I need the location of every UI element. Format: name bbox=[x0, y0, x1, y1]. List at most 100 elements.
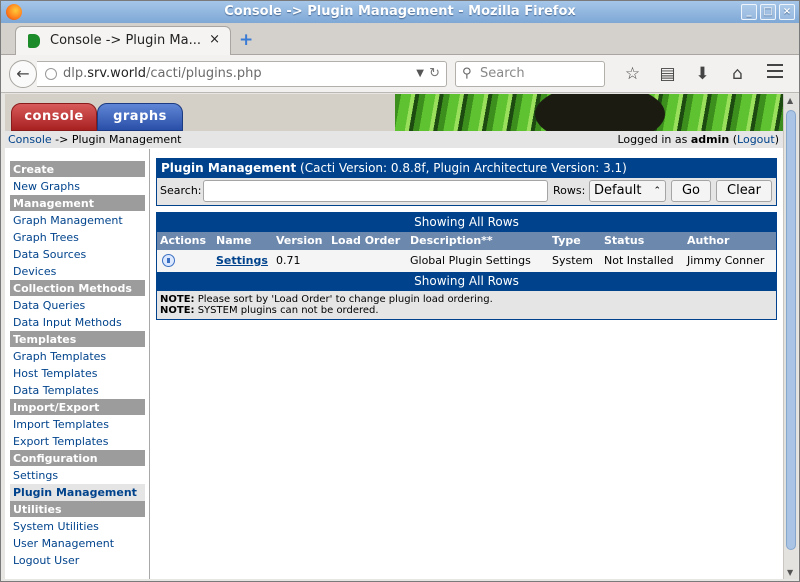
plugin-type: System bbox=[552, 254, 594, 267]
sidebar-item-plugin-management[interactable]: Plugin Management bbox=[10, 484, 145, 501]
console-tab[interactable]: console bbox=[11, 103, 97, 131]
table-header-row: Actions Name Version Load Order Descript… bbox=[157, 232, 776, 250]
sidebar-item-data-queries[interactable]: Data Queries bbox=[10, 297, 145, 314]
scrollbar-thumb[interactable] bbox=[786, 110, 796, 550]
globe-icon bbox=[45, 68, 57, 80]
plugin-search-input[interactable] bbox=[203, 180, 548, 202]
vertical-scrollbar[interactable]: ▲ ▼ bbox=[783, 94, 798, 579]
new-tab-icon[interactable]: + bbox=[239, 30, 253, 50]
sidebar-item-graph-trees[interactable]: Graph Trees bbox=[10, 229, 145, 246]
column-header[interactable]: Author bbox=[687, 232, 729, 250]
column-header[interactable]: Status bbox=[604, 232, 644, 250]
column-header[interactable]: Load Order bbox=[331, 232, 400, 250]
sidebar-section-header: Management bbox=[10, 195, 145, 212]
sidebar-item-data-templates[interactable]: Data Templates bbox=[10, 382, 145, 399]
plugin-status: Not Installed bbox=[604, 254, 674, 267]
maximize-icon[interactable]: □ bbox=[760, 4, 776, 20]
filter-row: Search: Rows: Default ⌃ Go Clear bbox=[157, 178, 776, 205]
reading-list-icon[interactable]: ▤ bbox=[650, 61, 685, 87]
sidebar-item-devices[interactable]: Devices bbox=[10, 263, 145, 280]
back-button[interactable]: ← bbox=[9, 60, 37, 88]
clear-button[interactable]: Clear bbox=[716, 180, 772, 202]
search-label: Search: bbox=[160, 184, 202, 197]
window-title: Console -> Plugin Management - Mozilla F… bbox=[224, 4, 576, 19]
reload-icon[interactable]: ↻ bbox=[429, 62, 440, 86]
url-bar[interactable]: dlp.srv.world/cacti/plugins.php ▼ ↻ bbox=[37, 61, 447, 87]
url-dropdown-icon[interactable]: ▼ bbox=[416, 62, 424, 86]
sidebar-item-system-utilities[interactable]: System Utilities bbox=[10, 518, 145, 535]
page-title: Plugin Management bbox=[161, 161, 297, 175]
minimize-icon[interactable]: _ bbox=[741, 4, 757, 20]
login-user: admin bbox=[690, 133, 730, 146]
url-domain: srv.world bbox=[87, 66, 146, 81]
download-icon[interactable]: ⬇ bbox=[685, 61, 720, 87]
sidebar-item-export-templates[interactable]: Export Templates bbox=[10, 433, 145, 450]
sidebar-section-header: Templates bbox=[10, 331, 145, 348]
hamburger-menu-icon[interactable] bbox=[767, 64, 783, 82]
bookmark-star-icon[interactable]: ☆ bbox=[615, 61, 650, 87]
search-input[interactable]: ⚲ Search bbox=[455, 61, 605, 87]
window-titlebar: Console -> Plugin Management - Mozilla F… bbox=[1, 1, 799, 23]
sidebar-section-header: Utilities bbox=[10, 501, 145, 518]
rows-selected-value: Default bbox=[594, 183, 642, 198]
column-header[interactable]: Type bbox=[552, 232, 581, 250]
column-header[interactable]: Actions bbox=[160, 232, 206, 250]
breadcrumb-current: -> Plugin Management bbox=[51, 133, 182, 146]
rows-banner-top: Showing All Rows bbox=[157, 213, 776, 232]
sidebar-item-import-templates[interactable]: Import Templates bbox=[10, 416, 145, 433]
sidebar-section-header: Create bbox=[10, 161, 145, 178]
plugin-version: 0.71 bbox=[276, 254, 301, 267]
sidebar-item-host-templates[interactable]: Host Templates bbox=[10, 365, 145, 382]
note-label: NOTE: bbox=[160, 305, 195, 316]
go-button[interactable]: Go bbox=[671, 180, 711, 202]
sidebar-item-graph-templates[interactable]: Graph Templates bbox=[10, 348, 145, 365]
scroll-down-icon[interactable]: ▼ bbox=[787, 568, 793, 577]
home-icon[interactable]: ⌂ bbox=[720, 61, 755, 87]
select-updown-icon: ⌃ bbox=[653, 186, 661, 196]
sidebar-item-data-input-methods[interactable]: Data Input Methods bbox=[10, 314, 145, 331]
note-line: NOTE: Please sort by 'Load Order' to cha… bbox=[160, 294, 773, 305]
navigation-toolbar: dlp.srv.world/cacti/plugins.php ▼ ↻ ← ⚲ … bbox=[1, 55, 799, 93]
browser-window: Console -> Plugin Management - Mozilla F… bbox=[0, 0, 800, 582]
breadcrumb-console-link[interactable]: Console bbox=[8, 133, 52, 146]
table-row: Settings 0.71 Global Plugin Settings Sys… bbox=[157, 250, 776, 272]
version-info: (Cacti Version: 0.8.8f, Plugin Architect… bbox=[296, 161, 627, 175]
close-window-icon[interactable]: × bbox=[779, 4, 795, 20]
tab-strip: Console -> Plugin Ma... × + bbox=[1, 23, 799, 55]
graphs-tab[interactable]: graphs bbox=[97, 103, 183, 131]
panel-header: Plugin Management (Cacti Version: 0.8.8f… bbox=[157, 159, 776, 178]
plugin-name-link[interactable]: Settings bbox=[216, 250, 268, 272]
rows-select[interactable]: Default ⌃ bbox=[589, 180, 666, 202]
search-placeholder: Search bbox=[480, 66, 525, 81]
url-path: /cacti/plugins.php bbox=[145, 66, 262, 81]
sidebar-menu: Create New Graphs Management Graph Manageme… bbox=[10, 161, 145, 569]
sidebar-section-header: Configuration bbox=[10, 450, 145, 467]
note-line: NOTE: SYSTEM plugins can not be ordered. bbox=[160, 305, 773, 316]
sidebar-separator bbox=[149, 149, 150, 579]
rows-banner-bottom: Showing All Rows bbox=[157, 272, 776, 291]
column-header[interactable]: Version bbox=[276, 232, 323, 250]
page-content: console graphs Console -> Plugin Managem… bbox=[5, 94, 783, 579]
sidebar-section-header: Collection Methods bbox=[10, 280, 145, 297]
column-header[interactable]: Name bbox=[216, 232, 252, 250]
firefox-logo-icon bbox=[6, 4, 22, 20]
note-text: Please sort by 'Load Order' to change pl… bbox=[194, 294, 493, 305]
sidebar-item-settings[interactable]: Settings bbox=[10, 467, 145, 484]
sidebar-item-data-sources[interactable]: Data Sources bbox=[10, 246, 145, 263]
sidebar-item-logout-user[interactable]: Logout User bbox=[10, 552, 145, 569]
cactus-banner-image bbox=[395, 94, 783, 131]
plugin-author: Jimmy Conner bbox=[687, 254, 765, 267]
browser-tab[interactable]: Console -> Plugin Ma... × bbox=[15, 26, 231, 55]
login-prefix: Logged in as bbox=[617, 133, 691, 146]
url-host-prefix: dlp. bbox=[63, 66, 88, 81]
sidebar-item-new-graphs[interactable]: New Graphs bbox=[10, 178, 145, 195]
logout-link[interactable]: Logout bbox=[737, 133, 775, 146]
note-text: SYSTEM plugins can not be ordered. bbox=[194, 305, 379, 316]
tab-close-icon[interactable]: × bbox=[209, 32, 220, 47]
scroll-up-icon[interactable]: ▲ bbox=[787, 96, 793, 105]
plugin-filter-panel: Plugin Management (Cacti Version: 0.8.8f… bbox=[156, 158, 777, 206]
sidebar-item-user-management[interactable]: User Management bbox=[10, 535, 145, 552]
column-header[interactable]: Description** bbox=[410, 232, 493, 250]
install-action-icon[interactable] bbox=[162, 250, 175, 275]
sidebar-item-graph-management[interactable]: Graph Management bbox=[10, 212, 145, 229]
